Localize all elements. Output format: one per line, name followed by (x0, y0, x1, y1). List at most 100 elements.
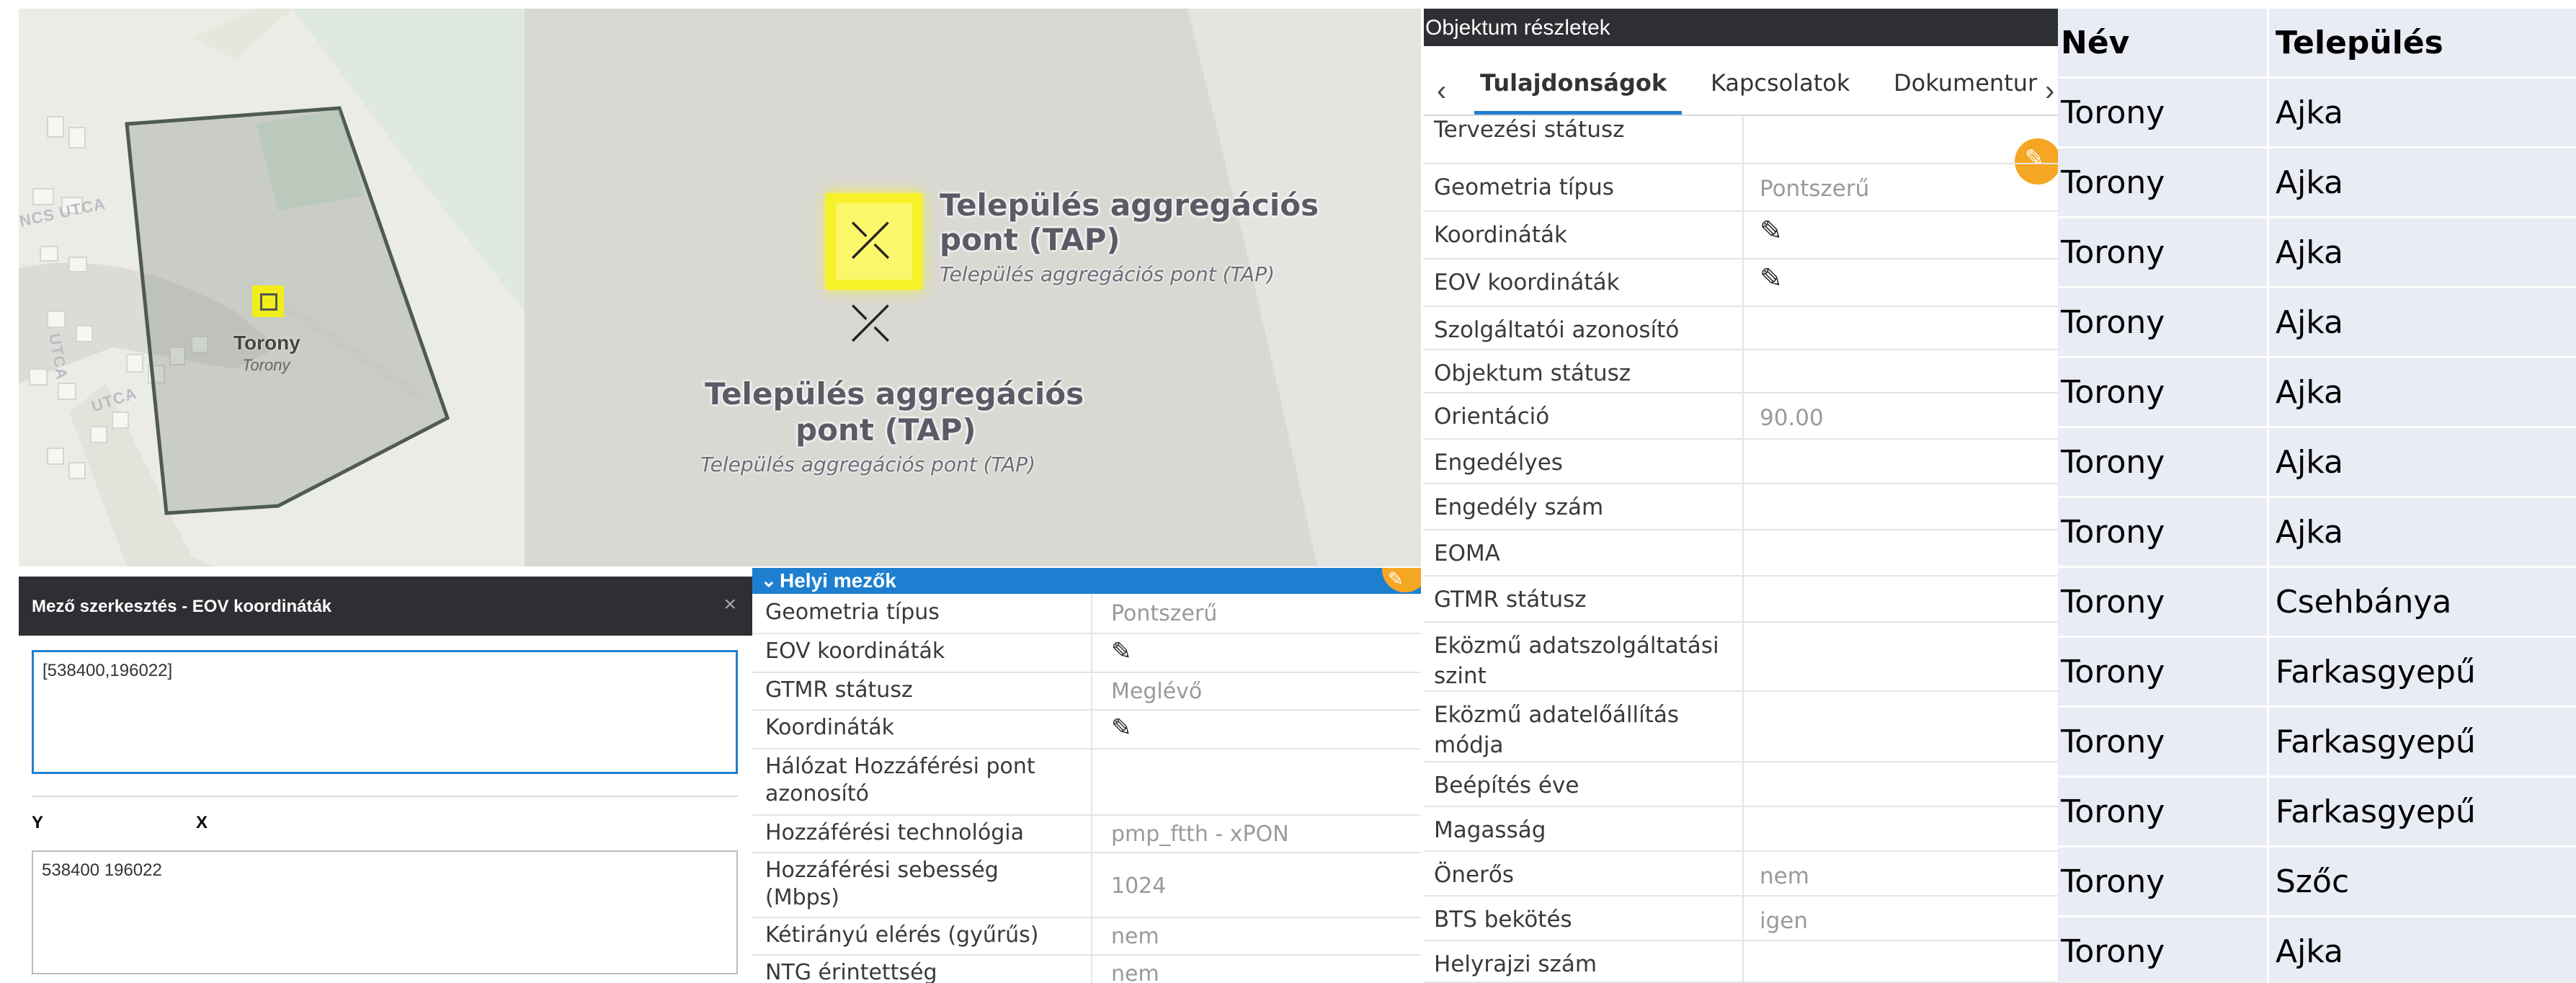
property-label: Magasság (1434, 817, 1546, 843)
property-label: EOMA (1434, 541, 1500, 566)
property-row[interactable]: EOMA (1424, 530, 2058, 577)
table-row[interactable]: Torony Ajka (2058, 917, 2576, 983)
column-header-settlement: Település (2276, 25, 2443, 61)
table-row[interactable]: Torony Farkasgyepű (2058, 708, 2576, 778)
property-row[interactable]: Eközmű adatelőállítás módja (1424, 692, 2058, 762)
property-label: Szolgáltatói azonosító (1434, 317, 1680, 343)
cell-settlement: Ajka (2276, 514, 2343, 551)
column-header-name: Név (2061, 25, 2130, 61)
dialog-header: Mező szerkesztés - EOV koordináták × (19, 577, 752, 636)
field-label: Koordináták (765, 715, 894, 740)
table-row[interactable]: Torony Szőc (2058, 848, 2576, 917)
property-label: Koordináták (1434, 222, 1567, 248)
property-row[interactable]: Orientáció 90.00 (1424, 393, 2058, 440)
table-row[interactable]: Torony Ajka (2058, 498, 2576, 568)
property-row[interactable]: Tervezési státusz (1424, 117, 2058, 164)
property-row[interactable]: BTS bekötés igen (1424, 897, 2058, 941)
local-field-row[interactable]: EOV koordináták ✎ (752, 633, 1421, 673)
place-sublabel: Torony (242, 356, 290, 374)
local-field-row[interactable]: Koordináták ✎ (752, 709, 1421, 750)
table-row[interactable]: Torony Ajka (2058, 79, 2576, 148)
local-field-row[interactable]: Kétirányú elérés (gyűrűs) nem (752, 917, 1421, 956)
tab-properties[interactable]: Tulajdonságok (1480, 69, 1667, 97)
table-row[interactable]: Torony Farkasgyepű (2058, 778, 2576, 848)
cell-settlement: Ajka (2276, 304, 2343, 341)
cell-settlement: Ajka (2276, 444, 2343, 481)
property-row[interactable]: EOV koordináták ✎ (1424, 259, 2058, 307)
local-field-row[interactable]: GTMR státusz Meglévő (752, 672, 1421, 711)
collapse-arrows-icon: ⤫ (850, 212, 891, 268)
pencil-icon[interactable]: ✎ (1111, 637, 1132, 666)
map-view-overview[interactable]: NCS UTCA UTCA UTCA Torony Torony (19, 9, 525, 566)
local-field-row[interactable]: NTG érintettség nem (752, 954, 1421, 983)
property-label: Geometria típus (1434, 174, 1614, 200)
property-label: Orientáció (1434, 404, 1550, 430)
property-label: Eközmű adatelőállítás (1434, 702, 1679, 728)
field-label: (Mbps) (765, 885, 840, 910)
property-row[interactable]: Szolgáltatói azonosító (1424, 307, 2058, 350)
table-row[interactable]: Torony Ajka (2058, 288, 2576, 358)
pencil-icon[interactable]: ✎ (1760, 215, 1783, 246)
collapse-arrows-icon[interactable]: ⤫ (850, 294, 891, 352)
close-icon[interactable]: × (723, 592, 736, 617)
tap-subtitle: Település aggregációs pont (TAP) (700, 453, 1036, 476)
property-row[interactable]: Helyrajzi szám (1424, 941, 2058, 983)
cell-settlement: Farkasgyepű (2276, 724, 2476, 760)
property-row[interactable]: Koordináták ✎ (1424, 212, 2058, 259)
field-label: azonosító (765, 781, 869, 806)
table-row[interactable]: Torony Ajka (2058, 428, 2576, 498)
property-row[interactable]: GTMR státusz (1424, 577, 2058, 623)
cell-name: Torony (2061, 304, 2165, 341)
property-label: módja (1434, 732, 1504, 758)
table-row[interactable]: Torony Ajka (2058, 358, 2576, 428)
coordinates-output[interactable] (32, 850, 738, 974)
local-fields-header[interactable]: ⌄ Helyi mezők (752, 568, 1421, 594)
cell-settlement: Ajka (2276, 94, 2343, 131)
table-row[interactable]: Torony Farkasgyepű (2058, 638, 2576, 708)
property-row[interactable]: Objektum státusz (1424, 350, 2058, 393)
tab-documents[interactable]: Dokumentur (1894, 69, 2037, 97)
field-label: Geometria típus (765, 600, 940, 625)
local-field-row[interactable]: Geometria típus Pontszerű (752, 594, 1421, 634)
tab-relations[interactable]: Kapcsolatok (1711, 69, 1850, 97)
cell-settlement: Farkasgyepű (2276, 793, 2476, 830)
cell-settlement: Ajka (2276, 164, 2343, 201)
property-row[interactable]: Geometria típus Pontszerű (1424, 164, 2058, 212)
cell-name: Torony (2061, 584, 2165, 621)
coordinates-input[interactable] (32, 650, 738, 774)
table-row[interactable]: Torony Ajka (2058, 148, 2576, 218)
field-label: EOV koordináták (765, 639, 945, 664)
tap-selected-marker[interactable]: ⤫ (826, 193, 922, 290)
property-row[interactable]: Beépítés éve (1424, 762, 2058, 807)
pencil-icon[interactable]: ✎ (1111, 713, 1132, 742)
property-label: BTS bekötés (1434, 907, 1572, 933)
chevron-left-icon[interactable]: ‹ (1437, 75, 1446, 107)
property-label: Objektum státusz (1434, 360, 1631, 386)
pencil-icon[interactable]: ✎ (1760, 262, 1783, 294)
cell-name: Torony (2061, 933, 2165, 970)
chevron-right-icon[interactable]: › (2045, 75, 2054, 107)
tower-map-marker[interactable] (252, 285, 284, 317)
property-label: Engedély szám (1434, 494, 1604, 520)
property-row[interactable]: Önerős nem (1424, 852, 2058, 897)
property-row[interactable]: Eközmű adatszolgáltatási szint (1424, 623, 2058, 692)
local-field-row[interactable]: Hozzáférési sebesség (Mbps) 1024 (752, 852, 1421, 918)
map-view-detail[interactable]: ⤫ ⤫ Település aggregációs pont (TAP) Tel… (525, 9, 1421, 566)
property-row[interactable]: Engedély szám (1424, 484, 2058, 530)
local-field-row[interactable]: Hozzáférési technológia pmp_ftth - xPON (752, 814, 1421, 853)
place-label: Torony (233, 332, 300, 354)
table-row[interactable]: Torony Ajka (2058, 218, 2576, 288)
local-field-row[interactable]: Hálózat Hozzáférési pont azonosító (752, 748, 1421, 816)
chevron-down-icon: ⌄ (761, 569, 777, 591)
tap-title-line-1: Település aggregációs (940, 187, 1319, 223)
local-fields-panel: ⌄ Helyi mezők ✎ Geometria típus Pontszerű… (752, 568, 1421, 983)
edit-badge[interactable]: ✎ (1382, 568, 1421, 592)
property-value: nem (1760, 863, 1809, 889)
table-row[interactable]: Torony Csehbánya (2058, 568, 2576, 638)
dialog-title: Mező szerkesztés - EOV koordináták (32, 597, 332, 616)
property-row[interactable]: Engedélyes (1424, 440, 2058, 484)
cell-name: Torony (2061, 793, 2165, 830)
property-row[interactable]: Magasság (1424, 807, 2058, 852)
results-table: Név Település Torony Ajka Torony Ajka Torony… (2058, 9, 2576, 983)
property-label: Beépítés éve (1434, 773, 1579, 799)
